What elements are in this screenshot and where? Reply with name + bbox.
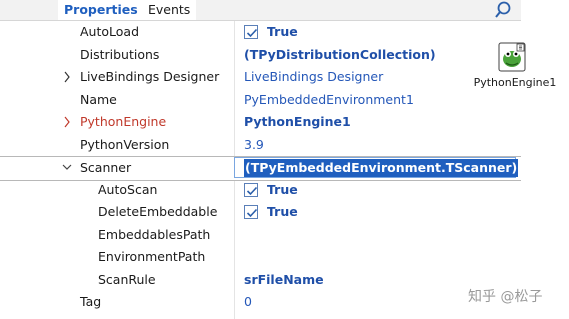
tab-properties[interactable]: Properties [58, 0, 144, 20]
tab-events[interactable]: Events [142, 0, 197, 20]
property-value[interactable]: PythonEngine1 [244, 111, 351, 133]
property-name: PythonEngine [80, 114, 167, 129]
property-row[interactable]: AutoLoad True [0, 21, 521, 44]
property-row[interactable]: PythonVersion 3.9 [0, 134, 521, 157]
chevron-down-icon[interactable] [61, 157, 73, 179]
property-row[interactable]: EnvironmentPath [0, 246, 521, 269]
property-value[interactable]: (TPyDistributionCollection) [244, 44, 436, 66]
property-row[interactable]: EmbeddablesPath [0, 224, 521, 247]
component-label: PythonEngine1 [473, 76, 557, 89]
property-value: True [267, 181, 298, 197]
property-value[interactable]: PyEmbeddedEnvironment1 [244, 89, 414, 111]
property-name: Scanner [80, 160, 132, 175]
property-row[interactable]: Name PyEmbeddedEnvironment1 [0, 89, 521, 112]
property-name: AutoScan [98, 181, 158, 197]
property-value: True [267, 24, 298, 39]
property-value[interactable]: 3.9 [244, 134, 264, 156]
property-name: DeleteEmbeddable [98, 204, 218, 219]
property-row[interactable]: PythonEngine PythonEngine1 [0, 111, 521, 134]
property-row[interactable]: DeleteEmbeddable True [0, 201, 521, 224]
property-name: Distributions [80, 46, 160, 62]
property-value[interactable]: srFileName [244, 269, 324, 291]
property-name: EnvironmentPath [98, 249, 206, 264]
property-row[interactable]: AutoScan True [0, 179, 521, 202]
property-value[interactable]: 0 [244, 291, 252, 313]
property-row[interactable]: Scanner (TPyEmbeddedEnvironment.TScanner) [0, 156, 521, 181]
property-name: ScanRule [98, 271, 156, 287]
property-value[interactable]: LiveBindings Designer [244, 66, 383, 88]
property-name: Tag [80, 294, 102, 309]
search-icon[interactable] [492, 0, 514, 20]
property-value[interactable]: (TPyEmbeddedEnvironment.TScanner) [244, 159, 519, 177]
chevron-right-icon[interactable] [61, 111, 73, 133]
check-icon[interactable] [244, 205, 258, 219]
chevron-right-icon[interactable] [61, 66, 73, 88]
inspector-tabs: Properties Events [0, 0, 521, 21]
check-icon[interactable] [244, 182, 258, 197]
python-engine-icon [498, 42, 526, 72]
property-name: AutoLoad [80, 24, 140, 39]
property-name: PythonVersion [80, 136, 170, 152]
watermark: 知乎 @松子 [468, 289, 543, 305]
component-python-engine[interactable]: PythonEngine1 [470, 42, 560, 94]
property-name: EmbeddablesPath [98, 226, 211, 242]
check-icon[interactable] [244, 25, 258, 39]
property-row[interactable]: Distributions (TPyDistributionCollection) [0, 44, 521, 67]
property-name: LiveBindings Designer [80, 69, 220, 84]
property-row[interactable]: Tag 0 [0, 291, 521, 314]
property-row[interactable]: ScanRule srFileName [0, 269, 521, 292]
property-name: Name [80, 91, 117, 107]
object-inspector: Properties Events AutoLoad True Distributi… [0, 0, 521, 319]
property-value: True [267, 204, 298, 219]
property-row[interactable]: LiveBindings Designer LiveBindings Design… [0, 66, 521, 89]
